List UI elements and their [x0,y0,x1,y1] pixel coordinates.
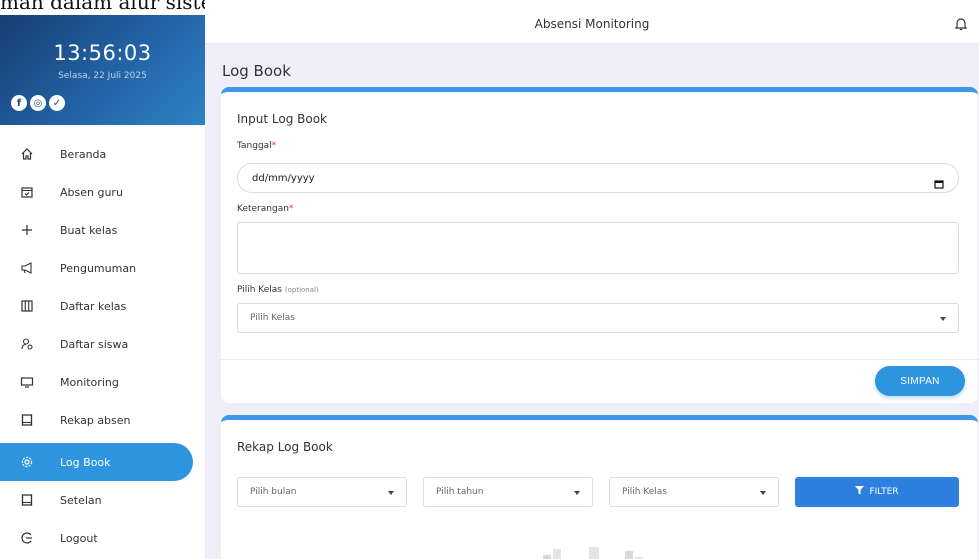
input-log-book-card: Input Log Book Tanggal* dd/mm/yyyy Keter… [221,87,978,403]
sidebar-item-setelan[interactable]: Setelan [12,481,193,519]
date-placeholder: dd/mm/yyyy [252,173,315,184]
gear-icon [20,455,46,469]
document-icon [20,493,46,507]
sidebar-item-label: Absen guru [60,185,123,199]
instagram-icon[interactable]: ◎ [30,95,46,111]
sidebar-item-label: Buat kelas [60,223,118,237]
note-label: Keterangan* [237,204,294,214]
clock-date: Selasa, 22 Juli 2025 [58,71,147,81]
filter-icon [855,486,865,498]
document-text-strip: mah dalam alur sistem pada Gambar 1. [0,0,205,15]
sidebar-item-label: Setelan [60,493,102,507]
facebook-icon[interactable]: f [11,95,27,111]
logout-icon [20,531,46,545]
sidebar: 13:56:03 Selasa, 22 Juli 2025 f ◎ ✓ Bera… [0,15,205,559]
filter-button[interactable]: FILTER [795,477,959,507]
sidebar-item-log-book[interactable]: Log Book [0,443,193,481]
user-search-icon [20,337,46,351]
monitor-icon [20,375,46,389]
sidebar-item-label: Daftar siswa [60,337,129,351]
year-select[interactable]: Pilih tahun [423,477,593,507]
chevron-down-icon [760,491,766,495]
megaphone-icon [20,261,46,275]
sidebar-item-monitoring[interactable]: Monitoring [12,363,193,401]
app-title: Absensi Monitoring [534,17,650,31]
sidebar-item-pengumuman[interactable]: Pengumuman [12,249,193,287]
card-title: Rekap Log Book [237,440,333,454]
sidebar-item-label: Pengumuman [60,261,137,275]
empty-state-illustration [541,545,661,559]
class-filter-select[interactable]: Pilih Kelas [609,477,779,507]
clock-time: 13:56:03 [53,41,152,65]
sidebar-item-label: Logout [60,531,98,545]
bell-icon[interactable] [954,16,968,35]
sidebar-item-label: Rekap absen [60,413,131,427]
sidebar-item-label: Log Book [60,455,111,469]
sidebar-item-logout[interactable]: Logout [12,519,193,557]
class-filter-placeholder: Pilih Kelas [622,487,667,497]
page-title: Log Book [222,62,291,80]
sidebar-item-label: Daftar kelas [60,299,127,313]
sidebar-item-daftar-kelas[interactable]: Daftar kelas [12,287,193,325]
calendar-icon[interactable] [934,174,944,193]
note-textarea[interactable] [237,222,959,274]
class-label: Pilih Kelas (optional) [237,285,319,295]
sidebar-item-rekap-absen[interactable]: Rekap absen [12,401,193,439]
sidebar-item-label: Monitoring [60,375,119,389]
plus-icon [20,223,46,237]
social-links: f ◎ ✓ [11,95,65,111]
columns-icon [20,299,46,313]
chevron-down-icon [574,491,580,495]
card-divider [221,359,978,360]
class-select[interactable]: Pilih Kelas [237,303,959,333]
twitter-icon[interactable]: ✓ [49,95,65,111]
filter-label: FILTER [869,487,899,497]
home-icon [20,147,46,161]
calendar-check-icon [20,185,46,199]
date-label: Tanggal* [237,141,277,151]
sidebar-item-beranda[interactable]: Beranda [12,135,193,173]
sidebar-item-label: Beranda [60,147,107,161]
sidebar-item-absen-guru[interactable]: Absen guru [12,173,193,211]
document-icon [20,413,46,427]
month-select-placeholder: Pilih bulan [250,487,297,497]
rekap-log-book-card: Rekap Log Book Pilih bulan Pilih tahun P… [221,415,978,559]
topbar: Absensi Monitoring [205,0,979,44]
year-select-placeholder: Pilih tahun [436,487,484,497]
date-input[interactable]: dd/mm/yyyy [237,163,959,193]
card-title: Input Log Book [237,112,327,126]
document-text: mah dalam alur sistem pada Gambar 1. [0,0,205,14]
save-button[interactable]: SIMPAN [875,366,965,396]
sidebar-item-daftar-siswa[interactable]: Daftar siswa [12,325,193,363]
chevron-down-icon [388,491,394,495]
class-select-placeholder: Pilih Kelas [250,313,295,323]
month-select[interactable]: Pilih bulan [237,477,407,507]
sidebar-item-buat-kelas[interactable]: Buat kelas [12,211,193,249]
chevron-down-icon [940,317,946,321]
sidebar-header: 13:56:03 Selasa, 22 Juli 2025 f ◎ ✓ [0,15,205,125]
